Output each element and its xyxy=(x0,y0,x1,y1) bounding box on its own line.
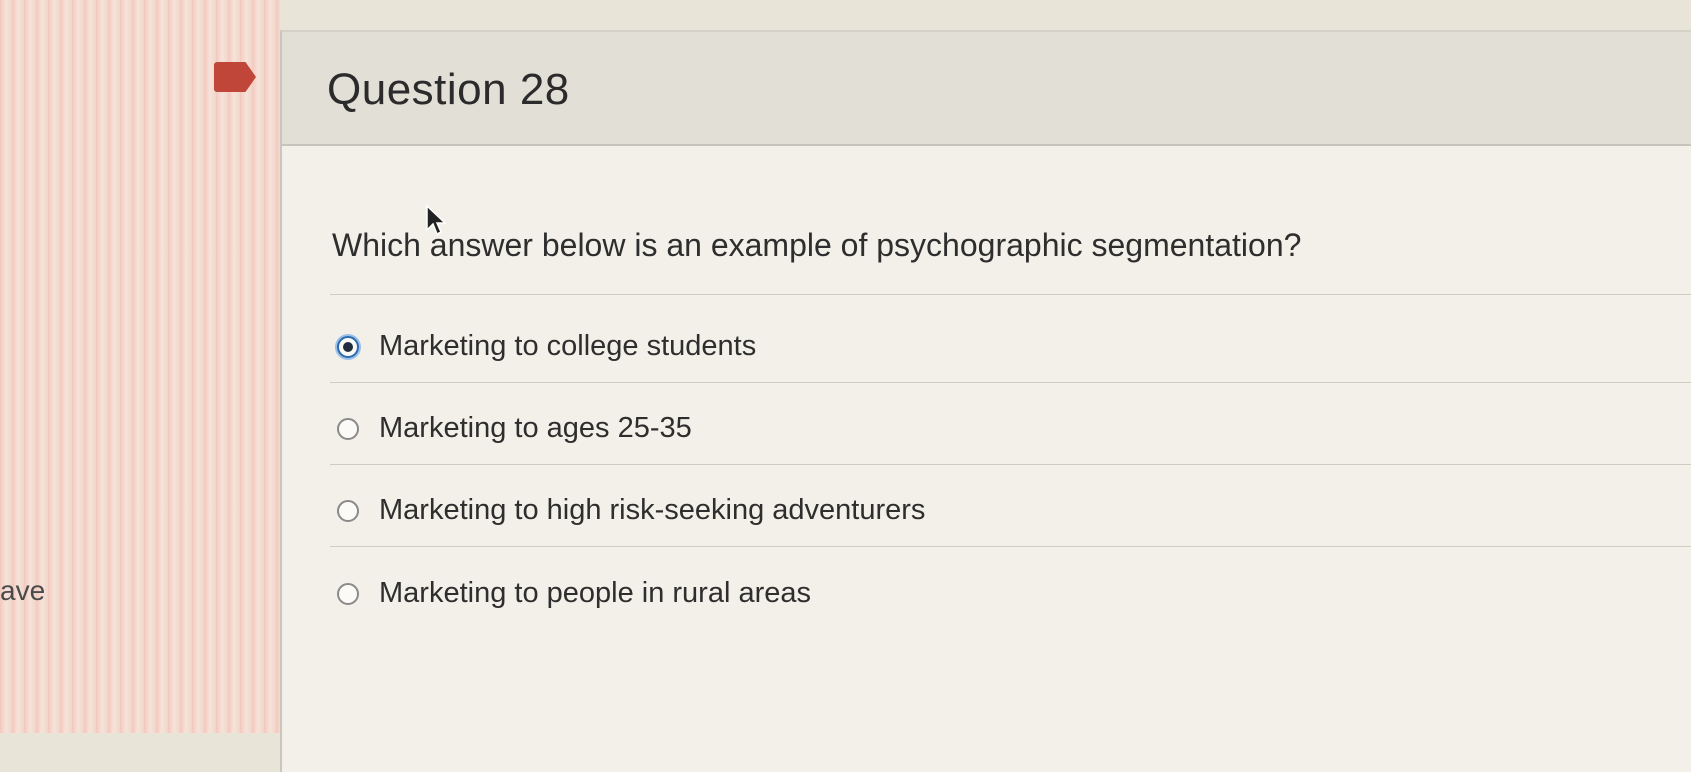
divider xyxy=(330,382,1691,383)
question-title: Question 28 xyxy=(327,65,570,114)
divider xyxy=(330,464,1691,465)
background-strip xyxy=(0,0,280,733)
question-panel: Question 28 Which answer below is an exa… xyxy=(280,30,1691,772)
radio-button[interactable] xyxy=(337,499,359,522)
answer-option-4[interactable]: Marketing to people in rural areas xyxy=(337,577,811,610)
sidebar-partial-text: ave xyxy=(0,575,46,606)
question-header: Question 28 xyxy=(282,32,1691,146)
question-text: Which answer below is an example of psyc… xyxy=(332,227,1302,263)
answer-label: Marketing to people in rural areas xyxy=(379,577,812,609)
answer-option-2[interactable]: Marketing to ages 25-35 xyxy=(337,412,692,445)
answer-option-1[interactable]: Marketing to college students xyxy=(337,330,756,363)
mouse-pointer-icon xyxy=(426,205,447,236)
answer-option-3[interactable]: Marketing to high risk-seeking adventure… xyxy=(337,494,925,527)
answer-label: Marketing to ages 25-35 xyxy=(379,412,692,444)
radio-button[interactable] xyxy=(337,417,359,440)
radio-button-selected[interactable] xyxy=(337,335,359,358)
answer-label: Marketing to high risk-seeking adventure… xyxy=(379,494,926,526)
answer-label: Marketing to college students xyxy=(379,330,757,362)
divider xyxy=(330,294,1691,295)
divider xyxy=(330,546,1691,547)
radio-button[interactable] xyxy=(337,582,359,605)
